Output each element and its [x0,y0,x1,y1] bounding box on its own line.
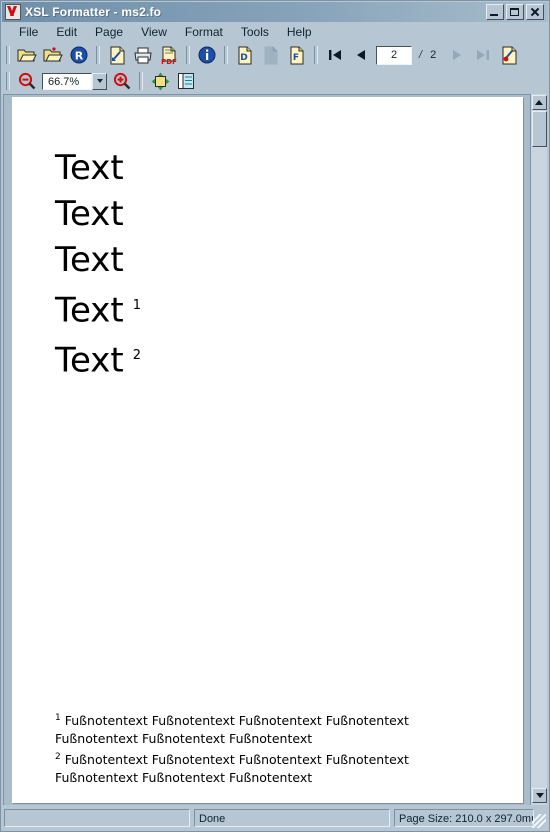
zoom-toolbar: 66.7% [2,68,548,94]
zoom-level-combo[interactable]: 66.7% [42,72,107,90]
body-line: Text [55,145,141,191]
zoom-level-value[interactable]: 66.7% [42,72,92,90]
xsl-formatter-icon [5,4,21,20]
footnote-entry: 1 Fußnotentext Fußnotentext Fußnotentext… [55,709,475,748]
svg-text:D: D [240,53,247,63]
fit-page-button[interactable] [148,70,172,92]
scrollbar-thumb[interactable] [532,111,547,147]
open-recent-button[interactable] [41,44,65,66]
show-document-button[interactable]: D [233,44,257,66]
menu-help[interactable]: Help [278,23,321,41]
toolbar-separator [224,46,228,64]
scroll-down-button[interactable] [532,788,547,803]
body-line: Text 2 [55,333,141,383]
maximize-button[interactable] [506,4,524,20]
status-panel-left [4,809,190,827]
menu-view[interactable]: View [132,23,176,41]
print-button[interactable] [131,44,155,66]
status-bar: Done Page Size: 210.0 x 297.0mm [2,806,548,830]
body-line: Text [55,237,141,283]
footnote-text: Fußnotentext Fußnotentext Fußnotentext F… [55,713,409,747]
open-file-button[interactable] [15,44,39,66]
show-fo-button[interactable]: F [285,44,309,66]
status-panel-message: Done [194,809,390,827]
application-window: XSL Formatter - ms2.fo File Edit Page Vi… [0,0,550,832]
blank-document-button [259,44,283,66]
last-page-button[interactable] [471,44,495,66]
window-controls [486,4,544,20]
menu-file[interactable]: File [10,23,47,41]
toolbar-separator [6,46,10,64]
page-body-text: Text Text Text Text 1 Text 2 [55,145,141,384]
toolbar-separator [186,46,190,64]
page-setup-button[interactable] [105,44,129,66]
menu-page[interactable]: Page [86,23,132,41]
chevron-down-icon[interactable] [92,72,107,90]
document-viewport[interactable]: Text Text Text Text 1 Text 2 1 Fußnotent… [3,94,531,805]
main-toolbar: R PDF D F 2 / 2 [2,42,548,68]
next-page-button[interactable] [445,44,469,66]
toolbar-separator [6,72,10,90]
close-button[interactable] [526,4,544,20]
first-page-button[interactable] [323,44,347,66]
zoom-in-button[interactable] [110,70,134,92]
menu-bar: File Edit Page View Format Tools Help [2,22,548,42]
toolbar-separator [139,72,143,90]
current-page-input[interactable]: 2 [376,45,412,65]
resize-grip[interactable] [532,814,546,828]
footnote-reference-mark: 1 [132,298,142,313]
footnote-area: 1 Fußnotentext Fußnotentext Fußnotentext… [55,709,475,787]
goto-page-button[interactable] [497,44,521,66]
body-line: Text [55,191,141,237]
footnote-reference-mark: 2 [132,348,142,364]
body-line-text: Text [55,240,124,280]
menu-format[interactable]: Format [176,23,232,41]
info-button[interactable] [195,44,219,66]
minimize-button[interactable] [486,4,504,20]
svg-text:PDF: PDF [161,58,177,65]
reload-button[interactable]: R [67,44,91,66]
menu-tools[interactable]: Tools [232,23,278,41]
body-line: Text 1 [55,283,141,333]
vertical-scrollbar[interactable] [530,94,547,805]
total-pages-label: 2 [430,49,437,61]
footnote-number: 1 [55,713,61,723]
toolbar-separator [96,46,100,64]
footnote-entry: 2 Fußnotentext Fußnotentext Fußnotentext… [55,748,475,787]
body-line-text: Text [55,290,124,331]
body-line-text: Text [55,340,124,381]
toolbar-separator [314,46,318,64]
page-separator: / [419,49,423,61]
footnote-text: Fußnotentext Fußnotentext Fußnotentext F… [55,752,409,786]
previous-page-button[interactable] [349,44,373,66]
scroll-up-button[interactable] [531,95,547,110]
body-line-text: Text [55,194,124,234]
page-layout-button[interactable] [174,70,198,92]
zoom-out-button[interactable] [15,70,39,92]
title-bar: XSL Formatter - ms2.fo [2,2,548,22]
body-line-text: Text [55,148,124,188]
menu-edit[interactable]: Edit [47,23,86,41]
window-title: XSL Formatter - ms2.fo [25,5,162,19]
document-page: Text Text Text Text 1 Text 2 1 Fußnotent… [12,97,523,803]
status-panel-page-size: Page Size: 210.0 x 297.0mm [394,809,534,827]
export-pdf-button[interactable]: PDF [157,44,181,66]
footnote-number: 2 [55,752,61,763]
svg-text:F: F [293,53,299,63]
svg-text:R: R [75,50,84,63]
